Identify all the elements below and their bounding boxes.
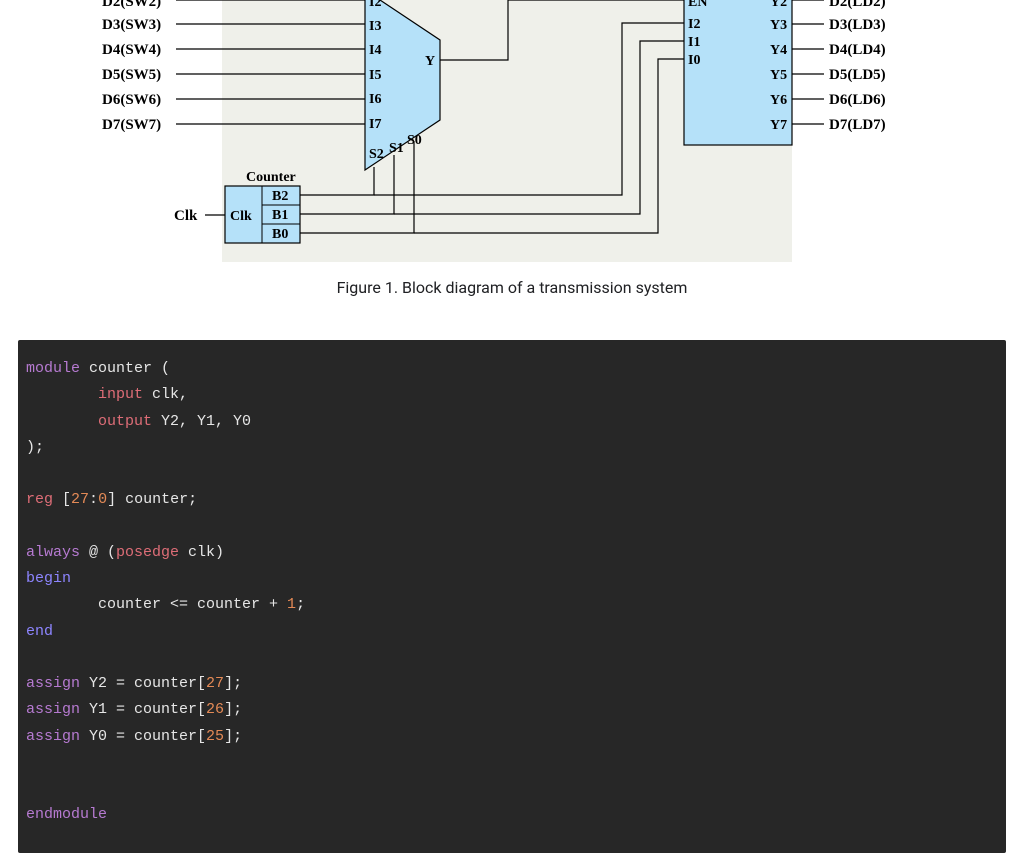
- tok-begin: begin: [26, 570, 71, 587]
- tok-outs: Y2, Y1, Y0: [152, 413, 251, 430]
- tok-bo: [: [53, 491, 71, 508]
- demux-pin-i1: I1: [688, 35, 700, 50]
- tok-posedge: posedge: [116, 544, 179, 561]
- label-d3-left: D3(SW3): [102, 17, 161, 33]
- demux-pin-i0: I0: [688, 53, 700, 68]
- tok-at: @ (: [80, 544, 116, 561]
- tok-n27: 27: [206, 675, 224, 692]
- mux-pin-s2: S2: [369, 147, 384, 162]
- counter-pin-clk: Clk: [230, 209, 252, 224]
- mux-pin-i2: I2: [369, 0, 381, 10]
- demux-pin-y3: Y3: [770, 18, 787, 33]
- tok-bc: ] counter;: [107, 491, 197, 508]
- verilog-code-block: module counter ( input clk, output Y2, Y…: [18, 340, 1006, 853]
- label-d5-right: D5(LD5): [829, 67, 886, 83]
- demux-pin-y6: Y6: [770, 93, 787, 108]
- tok-n25: 25: [206, 728, 224, 745]
- counter-pin-b1: B1: [272, 208, 288, 223]
- mux-pin-i4: I4: [369, 43, 381, 58]
- block-diagram-svg: D2(SW2) D3(SW3) D4(SW4) D5(SW5) D6(SW6) …: [0, 0, 1024, 270]
- tok-n26: 26: [206, 701, 224, 718]
- label-d2-left: D2(SW2): [102, 0, 161, 10]
- tok-module: module: [26, 360, 80, 377]
- label-d4-right: D4(LD4): [829, 42, 886, 58]
- label-d7-right: D7(LD7): [829, 117, 886, 133]
- tok-assign0: assign: [26, 728, 80, 745]
- demux-pin-y5: Y5: [770, 68, 787, 83]
- mux-pin-i7: I7: [369, 117, 381, 132]
- label-d4-left: D4(SW4): [102, 42, 161, 58]
- tok-assign2: assign: [26, 675, 80, 692]
- label-d5-left: D5(SW5): [102, 67, 161, 83]
- demux-pin-y4: Y4: [770, 43, 787, 58]
- counter-title: Counter: [246, 170, 296, 185]
- tok-0: 0: [98, 491, 107, 508]
- tok-reg: reg: [26, 491, 53, 508]
- tok-counter: counter: [89, 360, 152, 377]
- counter-pin-b2: B2: [272, 189, 288, 204]
- block-diagram-figure: D2(SW2) D3(SW3) D4(SW4) D5(SW5) D6(SW6) …: [0, 0, 1024, 300]
- tok-ac0: ];: [224, 728, 242, 745]
- tok-a2: Y2 = counter[: [80, 675, 206, 692]
- label-d2-right: D2(LD2): [829, 0, 886, 10]
- demux-pin-en: EN: [688, 0, 707, 10]
- tok-ac1: ];: [224, 701, 242, 718]
- demux-pin-y2: Y2: [770, 0, 787, 10]
- label-clk-left: Clk: [174, 208, 198, 224]
- tok-ac2: ];: [224, 675, 242, 692]
- tok-endmodule: endmodule: [26, 806, 107, 823]
- tok-incr: counter <= counter +: [26, 596, 287, 613]
- label-d7-left: D7(SW7): [102, 117, 161, 133]
- mux-pin-i6: I6: [369, 92, 381, 107]
- tok-clkc: clk): [179, 544, 224, 561]
- label-d6-right: D6(LD6): [829, 92, 886, 108]
- tok-input: input: [98, 386, 143, 403]
- tok-1: 1: [287, 596, 296, 613]
- tok-output: output: [98, 413, 152, 430]
- label-d3-right: D3(LD3): [829, 17, 886, 33]
- tok-always: always: [26, 544, 80, 561]
- figure-caption: Figure 1. Block diagram of a transmissio…: [0, 278, 1024, 297]
- tok-end: end: [26, 623, 53, 640]
- mux-pin-i3: I3: [369, 19, 381, 34]
- tok-po: (: [152, 360, 170, 377]
- demux-pin-i2: I2: [688, 17, 700, 32]
- demux-pin-y7: Y7: [770, 118, 787, 133]
- tok-assign1: assign: [26, 701, 80, 718]
- tok-col: :: [89, 491, 98, 508]
- mux-pin-s1: S1: [389, 141, 404, 156]
- tok-a1: Y1 = counter[: [80, 701, 206, 718]
- tok-space: [80, 360, 89, 377]
- mux-pin-i5: I5: [369, 68, 381, 83]
- tok-27: 27: [71, 491, 89, 508]
- tok-clk: clk,: [143, 386, 188, 403]
- counter-pin-b0: B0: [272, 227, 288, 242]
- tok-pc: );: [26, 439, 44, 456]
- label-d6-left: D6(SW6): [102, 92, 161, 108]
- tok-semi: ;: [296, 596, 305, 613]
- mux-pin-y: Y: [425, 54, 435, 69]
- tok-a0: Y0 = counter[: [80, 728, 206, 745]
